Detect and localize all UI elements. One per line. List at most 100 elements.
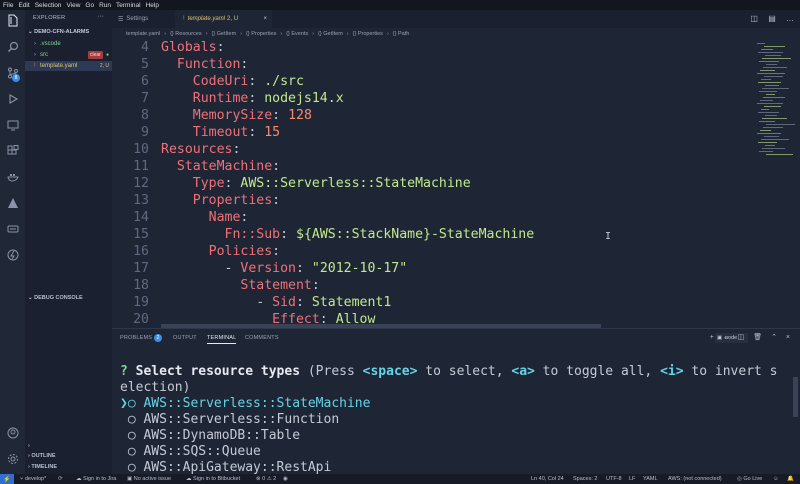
line-number: 7 (141, 91, 149, 106)
language-mode[interactable]: YAML (643, 476, 658, 482)
search-icon[interactable] (6, 40, 19, 53)
tree-item-src[interactable]: › src ● (25, 50, 112, 60)
tab-comments[interactable]: COMMENTS (245, 335, 279, 341)
tab-problems[interactable]: PROBLEMS (120, 335, 152, 341)
docker-icon[interactable] (6, 170, 19, 183)
close-icon[interactable]: × (263, 16, 267, 22)
problems-status[interactable]: ⊗ 0 ⚠ 2 (256, 476, 276, 482)
workspace-folder-label: DEMO-CFN-ALARMS (34, 29, 90, 35)
yaml-separator: : (240, 57, 249, 72)
tree-item-template-yaml[interactable]: ! template.yaml 2, U (25, 61, 112, 71)
debug-console-section[interactable]: ⌄ DEBUG CONSOLE (28, 295, 83, 301)
tab-output[interactable]: OUTPUT (173, 335, 197, 341)
terminal-prompt-wrap: election) (120, 380, 191, 395)
settings-gear-icon[interactable] (6, 452, 19, 465)
menu-view[interactable]: View (66, 2, 80, 9)
breadcrumb-item[interactable]: {} GetItem (211, 31, 236, 37)
minimap-line (757, 43, 765, 44)
trash-icon[interactable]: 🗑 (753, 334, 762, 341)
add-terminal-icon[interactable]: + (710, 334, 714, 341)
breadcrumb-item[interactable]: {} Properties (353, 31, 383, 37)
breadcrumb-item[interactable]: {} GetItem (318, 31, 343, 37)
menu-file[interactable]: File (3, 2, 13, 9)
chevron-down-icon[interactable]: ⌄ (723, 334, 729, 341)
tab-settings[interactable]: ☰ Settings (112, 10, 167, 28)
minimap-line (763, 67, 787, 68)
split-terminal-icon[interactable]: ◫ (738, 334, 745, 341)
files-icon[interactable] (6, 14, 19, 27)
workspace-folder[interactable]: ⌄ DEMO-CFN-ALARMS (28, 29, 89, 35)
breadcrumb-item[interactable]: template.yaml (126, 31, 160, 37)
yaml-key: Fn::Sub (224, 227, 281, 242)
tree-item-vscode[interactable]: › .vscode (25, 39, 112, 49)
split-editor-icon[interactable]: ◫ (750, 14, 758, 23)
more-icon[interactable]: … (786, 14, 794, 23)
resource-option[interactable]: ❯○ AWS::Serverless::StateMachine (120, 396, 792, 412)
menu-go[interactable]: Go (85, 2, 94, 9)
close-icon[interactable]: × (786, 334, 790, 341)
terminal-scrollbar[interactable] (793, 377, 798, 417)
yaml-separator: : (319, 312, 336, 327)
notifications-icon[interactable]: 🔔 (787, 476, 794, 482)
breadcrumb-item[interactable]: {} Events (286, 31, 308, 37)
jira-status[interactable]: ☁ Sign in to Jira (76, 476, 116, 482)
menu-edit[interactable]: Edit (18, 2, 29, 9)
timeline-section[interactable]: › TIMELINE (28, 464, 57, 470)
indentation[interactable]: Spaces: 2 (573, 476, 597, 482)
bitbucket-status[interactable]: ☁ Sign in to Bitbucket (186, 476, 240, 482)
go-live[interactable]: ◎ Go Live (737, 476, 762, 482)
menu-terminal[interactable]: Terminal (116, 2, 141, 9)
resource-option[interactable]: ○ AWS::SQS::Queue (120, 444, 792, 460)
extensions-icon[interactable] (6, 144, 19, 157)
menu-selection[interactable]: Selection (35, 2, 62, 9)
branch-indicator[interactable]: ⑂ develop* (20, 476, 46, 482)
line-number: 15 (133, 227, 149, 242)
minimap-line (766, 64, 777, 65)
minimap-line (761, 79, 771, 80)
line-number: 4 (141, 40, 149, 55)
sync-icon[interactable]: ⟳ (58, 476, 63, 482)
aws-connection[interactable]: AWS: (not connected) (668, 476, 722, 482)
remote-explorer-icon[interactable] (6, 118, 19, 131)
menu-help[interactable]: Help (146, 2, 159, 9)
yaml-separator: : (272, 244, 281, 259)
cursor-position[interactable]: Ln 40, Col 24 (531, 476, 564, 482)
yaml-separator: : (248, 74, 265, 89)
lightning-icon[interactable] (6, 248, 19, 261)
resource-option[interactable]: ○ AWS::Serverless::Function (120, 412, 792, 428)
remote-icon[interactable]: ⚡ (0, 474, 14, 484)
code-text: Properties: (161, 192, 280, 209)
outline-section[interactable]: › OUTLINE (28, 453, 56, 459)
maximize-icon[interactable]: ⌃ (771, 334, 777, 341)
encoding[interactable]: UTF-8 (606, 476, 622, 482)
yaml-key: Statement (240, 278, 312, 293)
minimap-line (760, 70, 775, 71)
resource-option[interactable]: ○ AWS::DynamoDB::Table (120, 428, 792, 444)
aws-icon[interactable] (6, 196, 19, 209)
collapsed-section[interactable]: › (28, 443, 30, 449)
breadcrumb-item[interactable]: {} Path (393, 31, 410, 37)
breadcrumb-item[interactable]: {} Properties (246, 31, 276, 37)
minimap-line (764, 46, 785, 47)
tab-template-yaml[interactable]: ! template.yaml 2, U × (175, 10, 272, 28)
terminal-output[interactable]: ? Select resource types (Press <space> t… (120, 364, 792, 476)
menu-run[interactable]: Run (99, 2, 111, 9)
tab-terminal[interactable]: TERMINAL (207, 335, 237, 344)
more-actions-icon[interactable]: ··· (97, 13, 104, 20)
end-of-line[interactable]: LF (629, 476, 635, 482)
run-debug-icon[interactable] (6, 92, 19, 105)
account-icon[interactable] (6, 426, 19, 439)
breadcrumb-item[interactable]: {} Resources (170, 31, 202, 37)
breadcrumb-sep: › (164, 30, 167, 37)
gitlens-icon[interactable] (6, 222, 19, 235)
layout-icon[interactable]: ▤ (768, 14, 776, 23)
account-status-icon[interactable]: ☺ (773, 476, 779, 482)
code-editor[interactable]: I 4 Globals: 5 Function: 6 CodeUri: ./src 7 … (112, 39, 800, 328)
code-text: Fn::Sub: ${AWS::StackName}-StateMachine (161, 226, 535, 243)
broadcast-icon[interactable]: ◉ (283, 476, 288, 482)
minimap[interactable] (755, 39, 795, 159)
issue-status[interactable]: ▣ No active issue (127, 476, 171, 482)
code-line: 5 Function: (112, 56, 752, 73)
yaml-value: ${AWS::StackName}-StateMachine (296, 227, 535, 242)
code-text: - Sid: Statement1 (161, 294, 391, 311)
